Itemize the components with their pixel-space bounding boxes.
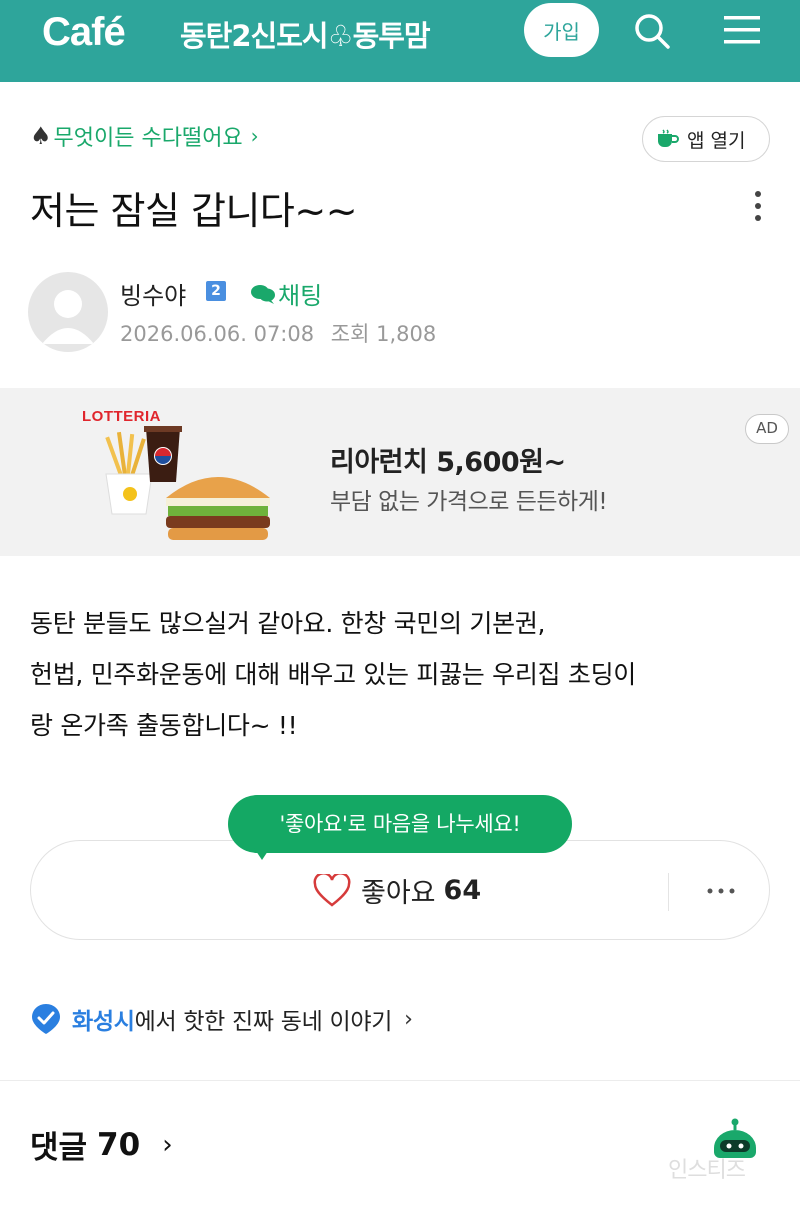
like-prompt-bubble-tail <box>254 848 270 860</box>
views-count: 1,808 <box>376 322 437 346</box>
ad-badge[interactable]: AD <box>745 414 789 444</box>
comments-header[interactable]: 댓글 70 › <box>30 1122 173 1167</box>
section-divider <box>0 1080 800 1081</box>
more-vertical-icon[interactable] <box>748 188 768 224</box>
local-story-link[interactable]: 화성시 에서 핫한 진짜 동네 이야기 › <box>30 1002 413 1036</box>
drink-icon <box>144 426 182 482</box>
post-body: 동탄 분들도 많으실거 같아요. 한창 국민의 기본권, 헌법, 민주화운동에 … <box>30 598 775 751</box>
chat-bubble-icon <box>251 284 275 304</box>
post-body-line: 헌법, 민주화운동에 대해 배우고 있는 피끓는 우리집 초딩이 <box>30 660 636 689</box>
open-app-label: 앱 열기 <box>687 129 746 152</box>
post-body-line: 동탄 분들도 많으실거 같아요. 한창 국민의 기본권, <box>30 609 546 638</box>
local-city: 화성시 <box>72 1009 135 1035</box>
ad-banner[interactable]: LOTTERIA 리아런치 5,600원~ 부담 없는 가격으로 든든하게! A… <box>0 388 800 556</box>
chevron-right-icon: › <box>250 124 259 148</box>
cup-icon <box>658 129 679 147</box>
like-box: 좋아요 64 <box>30 840 770 940</box>
ad-description: 부담 없는 가격으로 든든하게! <box>330 489 608 515</box>
member-level-badge: 2 <box>206 281 226 301</box>
board-name: 무엇이든 수다떨어요 <box>53 126 243 151</box>
ad-brand-logo: LOTTERIA <box>82 408 161 425</box>
post-body-line: 랑 온가족 출동합니다~ !! <box>30 711 298 740</box>
chat-label: 채팅 <box>278 282 323 310</box>
join-button[interactable]: 가입 <box>524 3 599 57</box>
like-prompt-bubble: '좋아요'로 마음을 나누세요! <box>228 795 572 853</box>
heart-icon <box>313 873 351 907</box>
menu-icon[interactable] <box>722 12 762 48</box>
post-meta: 2026.06.06. 07:08 조회 1,808 <box>120 318 436 348</box>
open-app-button[interactable]: 앱 열기 <box>642 116 770 162</box>
burger-set-image <box>105 426 270 540</box>
search-icon[interactable] <box>632 11 672 51</box>
like-label: 좋아요 <box>361 878 436 909</box>
ad-title: 리아런치 5,600원~ <box>330 447 566 478</box>
like-button[interactable]: 좋아요 64 <box>313 871 481 910</box>
cafe-name[interactable]: 동탄2신도시♧동투맘 <box>180 13 431 55</box>
like-divider <box>668 873 669 911</box>
cafe-logo[interactable]: Café <box>42 10 126 55</box>
default-avatar-icon <box>42 290 94 344</box>
comments-count: 70 <box>97 1126 141 1163</box>
chevron-right-icon: › <box>404 1006 413 1032</box>
author-name[interactable]: 빙수야 <box>120 276 186 311</box>
board-link[interactable]: ♠ 무엇이든 수다떨어요 › <box>30 120 259 152</box>
burger-icon <box>166 477 270 540</box>
spade-icon: ♠ <box>30 122 52 150</box>
watermark: 인스티즈 <box>668 1158 746 1183</box>
post-date: 2026.06.06. 07:08 <box>120 322 315 346</box>
top-bar: Café 동탄2신도시♧동투맘 가입 <box>0 0 800 82</box>
comments-label: 댓글 <box>30 1130 88 1166</box>
local-text: 에서 핫한 진짜 동네 이야기 <box>134 1009 393 1035</box>
chat-button[interactable]: 채팅 <box>250 276 322 311</box>
more-horizontal-icon[interactable] <box>706 881 736 901</box>
like-count: 64 <box>443 875 482 906</box>
avatar[interactable] <box>28 272 108 352</box>
chevron-right-icon: › <box>162 1129 173 1160</box>
post-title: 저는 잠실 갑니다~~ <box>30 189 358 233</box>
fries-icon <box>105 431 153 515</box>
verified-check-icon <box>32 1004 60 1034</box>
views-label: 조회 <box>330 322 370 346</box>
